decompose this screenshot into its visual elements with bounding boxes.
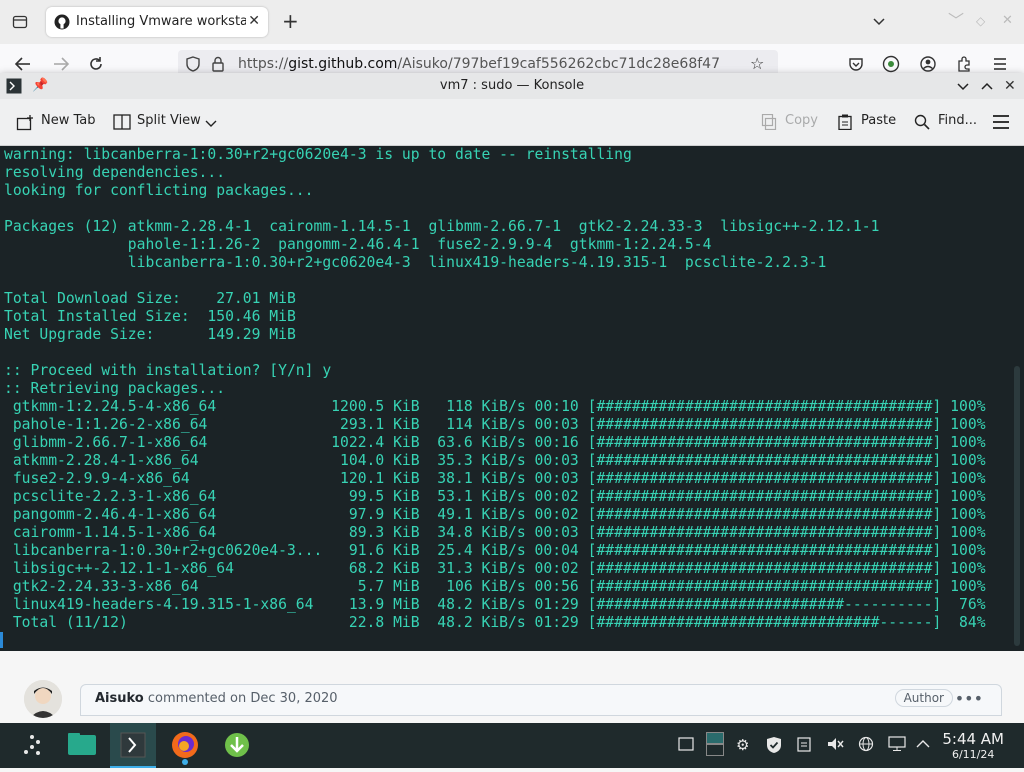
split-view-chevron-icon[interactable] xyxy=(205,116,217,132)
chevron-down-icon[interactable] xyxy=(872,14,886,31)
konsole-task[interactable] xyxy=(110,723,156,768)
window-close-icon[interactable]: ✕ xyxy=(1004,78,1016,94)
terminal-line: glibmm-2.66.7-1-x86_64 1022.4 KiB 63.6 K… xyxy=(4,434,986,451)
terminal-line: pahole-1:1.26-2-x86_64 293.1 KiB 114 KiB… xyxy=(4,416,986,433)
maximize-icon[interactable]: ◇ xyxy=(976,13,985,29)
terminal-line: gtk2-2.24.33-3-x86_64 5.7 MiB 106 KiB/s … xyxy=(4,578,986,595)
terminal-line: pangomm-2.46.4-1-x86_64 97.9 KiB 49.1 Ki… xyxy=(4,506,986,523)
terminal-line: Total (11/12) 22.8 MiB 48.2 KiB/s 01:29 … xyxy=(4,614,986,631)
terminal-line: warning: libcanberra-1:0.30+r2+gc0620e4-… xyxy=(4,146,632,163)
close-window-icon[interactable]: ✕ xyxy=(1002,13,1013,29)
terminal-line: Total Download Size: 27.01 MiB xyxy=(4,290,296,307)
window-minimize-icon[interactable] xyxy=(956,79,970,96)
terminal-output: warning: libcanberra-1:0.30+r2+gc0620e4-… xyxy=(4,146,986,632)
terminal-line: fuse2-2.9.9-4-x86_64 120.1 KiB 38.1 KiB/… xyxy=(4,470,986,487)
display-icon[interactable] xyxy=(888,736,906,756)
terminal-line: Net Upgrade Size: 149.29 MiB xyxy=(4,326,296,343)
new-tab-button[interactable]: New Tab xyxy=(41,113,96,128)
tab-title: Installing Vmware workstation xyxy=(76,14,246,29)
paste-icon[interactable] xyxy=(837,114,853,133)
browser-tab-strip: Installing Vmware workstation ✕ + ﹀ ◇ ✕ xyxy=(0,0,1024,44)
clipboard-icon[interactable] xyxy=(797,736,811,756)
github-icon xyxy=(54,14,70,30)
split-view-button[interactable]: Split View xyxy=(137,113,201,128)
terminal-line: libcanberra-1:0.30+r2+gc0620e4-3... 91.6… xyxy=(4,542,986,559)
app-launcher[interactable] xyxy=(12,723,58,768)
author-badge: Author xyxy=(894,689,953,707)
terminal-line: libcanberra-1:0.30+r2+gc0620e4-3 linux41… xyxy=(4,254,827,271)
window-maximize-icon[interactable] xyxy=(980,79,994,96)
comment-header: Aisuko commented on Dec 30, 2020 Author … xyxy=(80,684,1002,716)
terminal-line: pahole-1:1.26-2 pangomm-2.46.4-1 fuse2-2… xyxy=(4,236,712,253)
file-manager-icon[interactable] xyxy=(58,723,104,768)
tab-list-icon[interactable] xyxy=(12,14,28,33)
firefox-icon[interactable] xyxy=(162,723,208,768)
more-options-icon[interactable]: ••• xyxy=(955,689,983,708)
new-tab-icon[interactable] xyxy=(16,114,34,135)
taskbar: ⚙ 5:44 AM 6/11/24 xyxy=(0,723,1024,768)
konsole-window: 📌 vm7 : sudo — Konsole ✕ New Tab Split V… xyxy=(0,73,1024,651)
close-tab-icon[interactable]: ✕ xyxy=(248,13,260,29)
clock[interactable]: 5:44 AM 6/11/24 xyxy=(942,731,1004,762)
url-text: https://gist.github.com/Aisuko/797bef19c… xyxy=(238,56,720,72)
new-tab-icon[interactable]: + xyxy=(282,11,299,31)
paste-button[interactable]: Paste xyxy=(861,113,896,128)
browser-tab[interactable]: Installing Vmware workstation ✕ xyxy=(46,7,268,37)
terminal-cursor xyxy=(0,632,3,648)
terminal-line: libsigc++-2.12.1-1-x86_64 68.2 KiB 31.3 … xyxy=(4,560,986,577)
network-connections-icon[interactable]: ⚙ xyxy=(736,736,749,754)
terminal-line: looking for conflicting packages... xyxy=(4,182,314,199)
konsole-toolbar: New Tab Split View Copy Paste Find... xyxy=(0,99,1024,146)
download-manager-icon[interactable] xyxy=(214,723,260,768)
comment-author[interactable]: Aisuko xyxy=(95,691,144,706)
window-title: vm7 : sudo — Konsole xyxy=(439,78,585,93)
search-icon[interactable] xyxy=(914,114,930,133)
networking-icon[interactable] xyxy=(857,736,875,756)
clock-date: 6/11/24 xyxy=(951,748,995,761)
terminal-line: Total Installed Size: 150.46 MiB xyxy=(4,308,296,325)
find-button[interactable]: Find... xyxy=(938,113,977,128)
konsole-titlebar[interactable]: 📌 vm7 : sudo — Konsole ✕ xyxy=(0,73,1024,99)
terminal-line: Packages (12) atkmm-2.28.4-1 cairomm-1.1… xyxy=(4,218,880,235)
terminal-scrollbar[interactable] xyxy=(1014,366,1020,646)
terminal-line: linux419-headers-4.19.315-1-x86_64 13.9 … xyxy=(4,596,986,613)
terminal-line: pcsclite-2.2.3-1-x86_64 99.5 KiB 53.1 Ki… xyxy=(4,488,986,505)
terminal-line: :: Retrieving packages... xyxy=(4,380,226,397)
security-shield-icon[interactable] xyxy=(766,736,782,758)
copy-button[interactable]: Copy xyxy=(785,113,818,128)
terminal-line: gtkmm-1:2.24.5-4-x86_64 1200.5 KiB 118 K… xyxy=(4,398,986,415)
comment-meta: Aisuko commented on Dec 30, 2020 xyxy=(95,691,338,706)
volume-muted-icon[interactable] xyxy=(826,736,844,756)
pager-icon[interactable] xyxy=(706,732,724,760)
minimize-icon[interactable]: ﹀ xyxy=(948,13,964,29)
bookmark-star-icon[interactable]: ☆ xyxy=(750,56,764,72)
avatar[interactable] xyxy=(24,680,62,718)
show-desktop-icon[interactable] xyxy=(678,736,694,756)
split-view-icon[interactable] xyxy=(113,114,131,133)
copy-icon xyxy=(761,113,777,133)
clock-time: 5:44 AM xyxy=(942,730,1004,748)
expand-tray-icon[interactable] xyxy=(916,736,930,756)
terminal-line: atkmm-2.28.4-1-x86_64 104.0 KiB 35.3 KiB… xyxy=(4,452,986,469)
terminal-view[interactable]: warning: libcanberra-1:0.30+r2+gc0620e4-… xyxy=(0,146,1024,651)
hamburger-menu-icon[interactable] xyxy=(992,114,1010,133)
terminal-line: cairomm-1.14.5-1-x86_64 89.3 KiB 34.8 Ki… xyxy=(4,524,986,541)
terminal-line: resolving dependencies... xyxy=(4,164,226,181)
terminal-line: :: Proceed with installation? [Y/n] y xyxy=(4,362,332,379)
